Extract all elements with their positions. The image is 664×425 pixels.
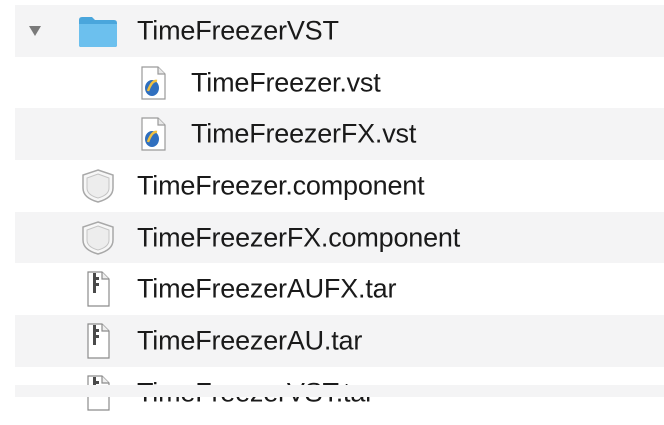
file-list: TimeFreezerVST TimeFreezer.vst TimeFreez… [15, 5, 664, 419]
component-bundle-icon [77, 218, 119, 258]
vst-plugin-icon [136, 65, 170, 101]
file-name: TimeFreezerFX.vst [191, 118, 417, 149]
list-item-folder[interactable]: TimeFreezerVST [15, 5, 664, 57]
folder-icon [77, 11, 119, 51]
list-item-file[interactable]: TimeFreezerAUFX.tar [15, 263, 664, 316]
file-name: TimeFreezerAU.tar [137, 325, 363, 356]
file-name: TimeFreezerVST [137, 15, 339, 46]
disclosure-triangle-icon[interactable] [27, 23, 43, 39]
list-item-file[interactable]: TimeFreezerAU.tar [15, 315, 664, 367]
list-item-file[interactable]: TimeFreezerFX.vst [15, 108, 664, 161]
component-bundle-icon [77, 166, 119, 206]
list-item-file[interactable]: TimeFreezerFX.component [15, 211, 664, 264]
empty-list-row [15, 385, 664, 397]
list-item-file[interactable]: TimeFreezer.vst [15, 56, 664, 109]
tar-archive-icon [77, 321, 119, 361]
list-item-file[interactable]: TimeFreezer.component [15, 160, 664, 212]
file-name: TimeFreezer.component [137, 170, 425, 201]
file-name: TimeFreezer.vst [191, 67, 381, 98]
vst-plugin-icon [136, 116, 170, 152]
file-name: TimeFreezerFX.component [137, 222, 461, 253]
file-name: TimeFreezerAUFX.tar [137, 273, 397, 304]
tar-archive-icon [77, 269, 119, 309]
